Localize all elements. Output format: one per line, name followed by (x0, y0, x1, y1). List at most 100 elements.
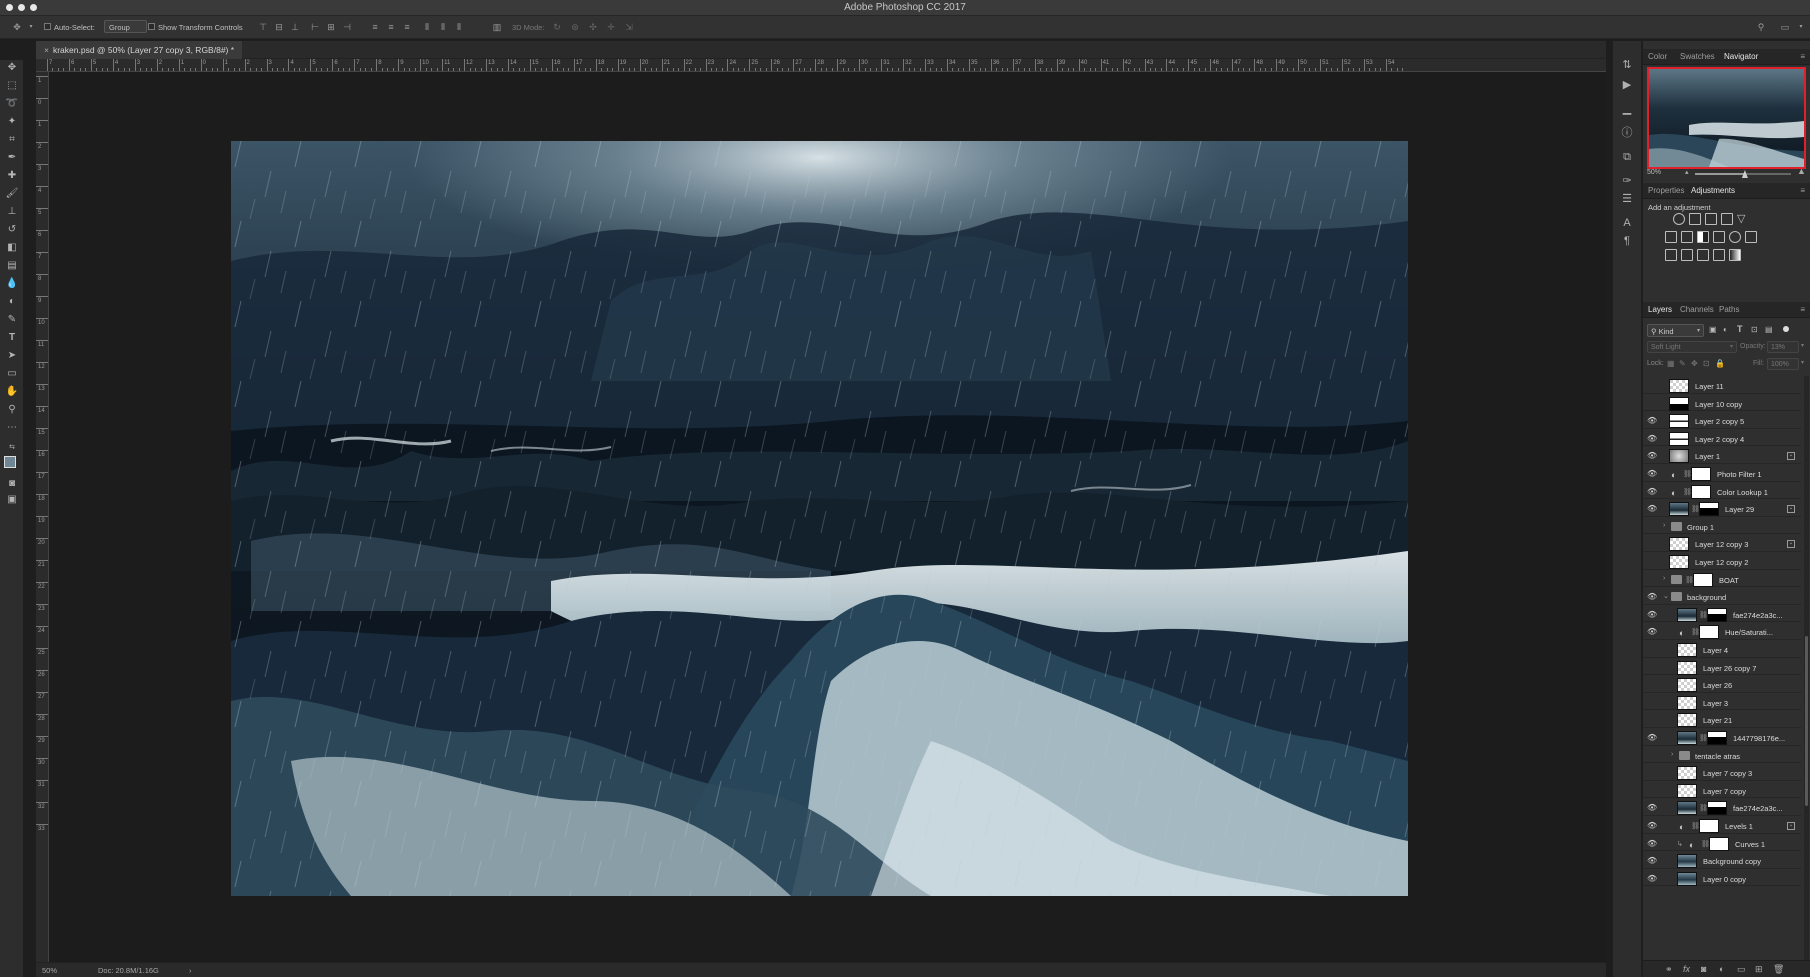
align-top-icon[interactable]: ⊤ (258, 22, 268, 32)
document-close-icon[interactable]: × (44, 45, 49, 55)
foreground-color-swatch[interactable] (4, 456, 16, 468)
layer-row[interactable]: ·Layer 12 copy 3▪ (1643, 534, 1801, 552)
align-vertical-center-icon[interactable]: ⊟ (274, 22, 284, 32)
layer-row[interactable]: ·›⛓BOAT (1643, 570, 1801, 588)
layer-row[interactable]: 👁 ◐ ⛓ Hue/Saturati... (1643, 622, 1801, 640)
3d-pan-icon[interactable]: ✣ (588, 22, 598, 32)
layer-thumbnail[interactable] (1669, 502, 1689, 517)
lock-transparent-pixels-icon[interactable]: ▦ (1667, 359, 1675, 368)
align-right-icon[interactable]: ⊣ (342, 22, 352, 32)
layer-name[interactable]: Hue/Saturati... (1725, 628, 1773, 637)
layer-row[interactable]: 👁 ⛓ 1447798176e... (1643, 728, 1801, 746)
tab-navigator[interactable]: Navigator (1724, 52, 1758, 61)
lasso-tool-icon[interactable]: ➰ (4, 96, 20, 112)
layer-thumbnail[interactable] (1669, 396, 1689, 411)
tab-channels[interactable]: Channels (1680, 305, 1714, 314)
twirl-closed-icon[interactable]: › (1671, 751, 1673, 758)
character-panel-icon[interactable]: A (1619, 215, 1635, 231)
move-tool-icon[interactable]: ✥ (4, 60, 20, 76)
twirl-closed-icon[interactable]: › (1663, 522, 1665, 529)
layer-row[interactable]: 👁 Layer 2 copy 4 (1643, 429, 1801, 447)
eyedropper-tool-icon[interactable]: ✒ (4, 150, 20, 166)
eye-icon[interactable]: 👁 (1647, 734, 1657, 742)
clone-source-panel-icon[interactable]: ⧉ (1619, 149, 1635, 165)
zoom-in-icon[interactable]: ▲ (1797, 166, 1806, 176)
new-adjustment-layer-icon[interactable]: ◐ (1719, 964, 1724, 974)
zoom-tool-icon[interactable]: ⚲ (4, 402, 20, 418)
layer-mask-thumbnail[interactable] (1709, 836, 1729, 851)
brush-settings-panel-icon[interactable]: ☰ (1619, 191, 1635, 207)
eye-icon[interactable]: 👁 (1647, 839, 1657, 848)
layer-mask-thumbnail[interactable] (1691, 484, 1711, 499)
layer-row[interactable]: ·Layer 26 (1643, 675, 1801, 693)
layer-row[interactable]: ·Layer 12 copy 2 (1643, 552, 1801, 570)
history-brush-tool-icon[interactable]: ↺ (4, 222, 20, 238)
layer-mask-thumbnail[interactable] (1699, 502, 1719, 517)
lock-image-pixels-icon[interactable]: ✎ (1679, 359, 1686, 368)
marquee-tool-icon[interactable]: ⬚ (4, 78, 20, 94)
layer-thumbnail[interactable] (1677, 713, 1697, 728)
invert-icon[interactable] (1665, 249, 1677, 261)
layer-thumbnail[interactable] (1669, 379, 1689, 393)
histogram-panel-icon[interactable]: ▁ (1619, 101, 1635, 117)
layer-name[interactable]: Curves 1 (1735, 840, 1765, 849)
twirl-closed-icon[interactable]: › (1663, 575, 1665, 582)
layer-mask-thumbnail[interactable] (1691, 467, 1711, 481)
path-selection-tool-icon[interactable]: ➤ (4, 348, 20, 364)
status-zoom[interactable]: 50% (42, 966, 57, 975)
gradient-tool-icon[interactable]: ▤ (4, 258, 20, 274)
eye-icon[interactable]: 👁 (1647, 874, 1657, 883)
curves-icon[interactable] (1705, 213, 1717, 225)
layer-name[interactable]: Layer 4 (1703, 646, 1728, 655)
dodge-tool-icon[interactable]: ◐ (4, 294, 20, 310)
3d-roll-icon[interactable]: ⊛ (570, 22, 580, 32)
magic-wand-tool-icon[interactable]: ✦ (4, 114, 20, 130)
layer-name[interactable]: Layer 7 copy 3 (1703, 769, 1752, 778)
layer-name[interactable]: Background copy (1703, 857, 1761, 866)
layer-thumbnail[interactable] (1677, 678, 1697, 693)
eye-icon[interactable]: 👁 (1647, 857, 1657, 865)
chevron-down-icon[interactable]: ▾ (1801, 359, 1804, 366)
layer-name[interactable]: Layer 10 copy (1695, 400, 1742, 409)
filter-adjustment-icon[interactable]: ◐ (1723, 325, 1728, 334)
clone-stamp-tool-icon[interactable]: ⊥ (4, 204, 20, 220)
layer-row[interactable]: ·Layer 3 (1643, 693, 1801, 711)
layer-row[interactable]: 👁 ⌄ background (1643, 587, 1801, 605)
layer-thumbnail[interactable] (1669, 537, 1689, 552)
filter-type-icon[interactable]: T (1737, 324, 1743, 334)
link-layers-icon[interactable]: ⚭ (1665, 964, 1673, 975)
brush-presets-panel-icon[interactable]: ✑ (1619, 173, 1635, 189)
layer-thumbnail[interactable] (1669, 449, 1689, 464)
eye-icon[interactable]: 👁 (1647, 822, 1657, 830)
layer-mask-thumbnail[interactable] (1699, 819, 1719, 833)
vibrance-icon[interactable]: ▽ (1737, 213, 1749, 225)
eye-icon[interactable]: 👁 (1647, 804, 1657, 812)
black-white-icon[interactable] (1697, 231, 1709, 243)
filter-smart-object-icon[interactable]: ▤ (1765, 325, 1773, 334)
layer-row[interactable]: 👁 Background copy (1643, 851, 1801, 869)
paragraph-panel-icon[interactable]: ¶ (1619, 233, 1635, 249)
layer-mask-thumbnail[interactable] (1707, 731, 1727, 745)
layer-row[interactable]: 👁 Layer 2 copy 5 (1643, 411, 1801, 429)
distribute-left-icon[interactable]: ⫴ (422, 22, 432, 32)
layer-name[interactable]: Layer 2 copy 5 (1695, 417, 1744, 426)
layer-name[interactable]: Layer 12 copy 2 (1695, 558, 1748, 567)
document-tab[interactable]: × kraken.psd @ 50% (Layer 27 copy 3, RGB/… (36, 41, 243, 59)
screen-mode-icon[interactable]: ▣ (4, 492, 20, 508)
layer-thumbnail[interactable] (1677, 854, 1697, 869)
eye-icon[interactable]: 👁 (1647, 628, 1657, 636)
panel-menu-icon[interactable]: ≡ (1800, 52, 1805, 61)
history-panel-icon[interactable]: ⇅ (1619, 57, 1635, 73)
lock-all-icon[interactable]: 🔒 (1715, 359, 1725, 368)
layer-row[interactable]: ·Layer 7 copy 3 (1643, 763, 1801, 781)
panel-menu-icon[interactable]: ≡ (1800, 186, 1805, 195)
eraser-tool-icon[interactable]: ◧ (4, 240, 20, 256)
levels-icon[interactable] (1689, 213, 1701, 225)
hand-tool-icon[interactable]: ✋ (4, 384, 20, 400)
layer-row[interactable]: 👁 ⛓ fae274e2a3c... (1643, 605, 1801, 623)
eye-icon[interactable]: 👁 (1647, 417, 1657, 425)
blur-tool-icon[interactable]: 💧 (4, 276, 20, 292)
search-icon[interactable]: ⚲ (1756, 22, 1766, 32)
layer-name[interactable]: fae274e2a3c... (1733, 804, 1783, 813)
distribute-horizontal-center-icon[interactable]: ⫴ (438, 22, 448, 32)
